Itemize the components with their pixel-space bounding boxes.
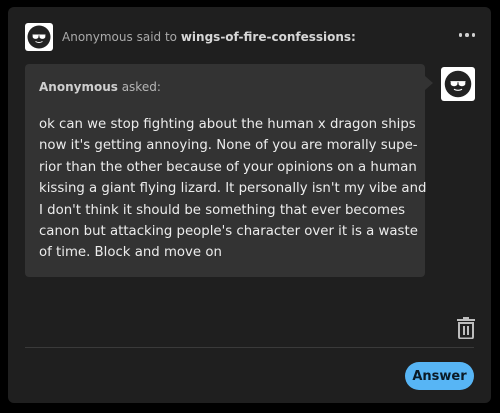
blog-name-link[interactable]: wings-of-fire-confessions:: [181, 30, 356, 44]
header-said-to: said to: [136, 30, 178, 44]
asked-label: asked:: [121, 80, 161, 94]
asker-name: Anonymous: [39, 80, 118, 94]
ask-bubble: Anonymous asked: ok can we stop fighting…: [25, 64, 433, 277]
question-line: rior than the other because of your opin…: [39, 159, 417, 175]
header-asker-name: Anonymous: [62, 30, 133, 44]
more-dot: [458, 33, 463, 37]
more-options-icon[interactable]: [455, 28, 479, 42]
recipient-avatar[interactable]: [441, 67, 475, 101]
answer-button[interactable]: Answer: [405, 362, 474, 390]
question-line: I don't think it should be something tha…: [39, 202, 406, 218]
asker-avatar[interactable]: [25, 23, 53, 51]
asker-line: Anonymous asked:: [39, 80, 161, 94]
question-line: kissing a giant flying lizard. It person…: [39, 181, 427, 197]
question-line: of time. Block and move on: [39, 245, 222, 261]
more-dot: [471, 33, 476, 37]
question-text: ok can we stop fighting about the human …: [39, 114, 427, 264]
anonymous-avatar-icon: [27, 25, 51, 49]
more-dot: [465, 33, 469, 37]
question-line: canon but attacking people's character o…: [39, 224, 418, 240]
question-line: now it's getting annoying. None of you a…: [39, 138, 418, 154]
ask-card: Anonymous said to wings-of-fire-confessi…: [8, 7, 491, 403]
anonymous-avatar-icon: [444, 70, 472, 98]
divider: [25, 347, 474, 348]
trash-icon[interactable]: [456, 317, 476, 339]
question-line: ok can we stop fighting about the human …: [39, 117, 416, 132]
ask-header: Anonymous said to wings-of-fire-confessi…: [62, 30, 356, 44]
